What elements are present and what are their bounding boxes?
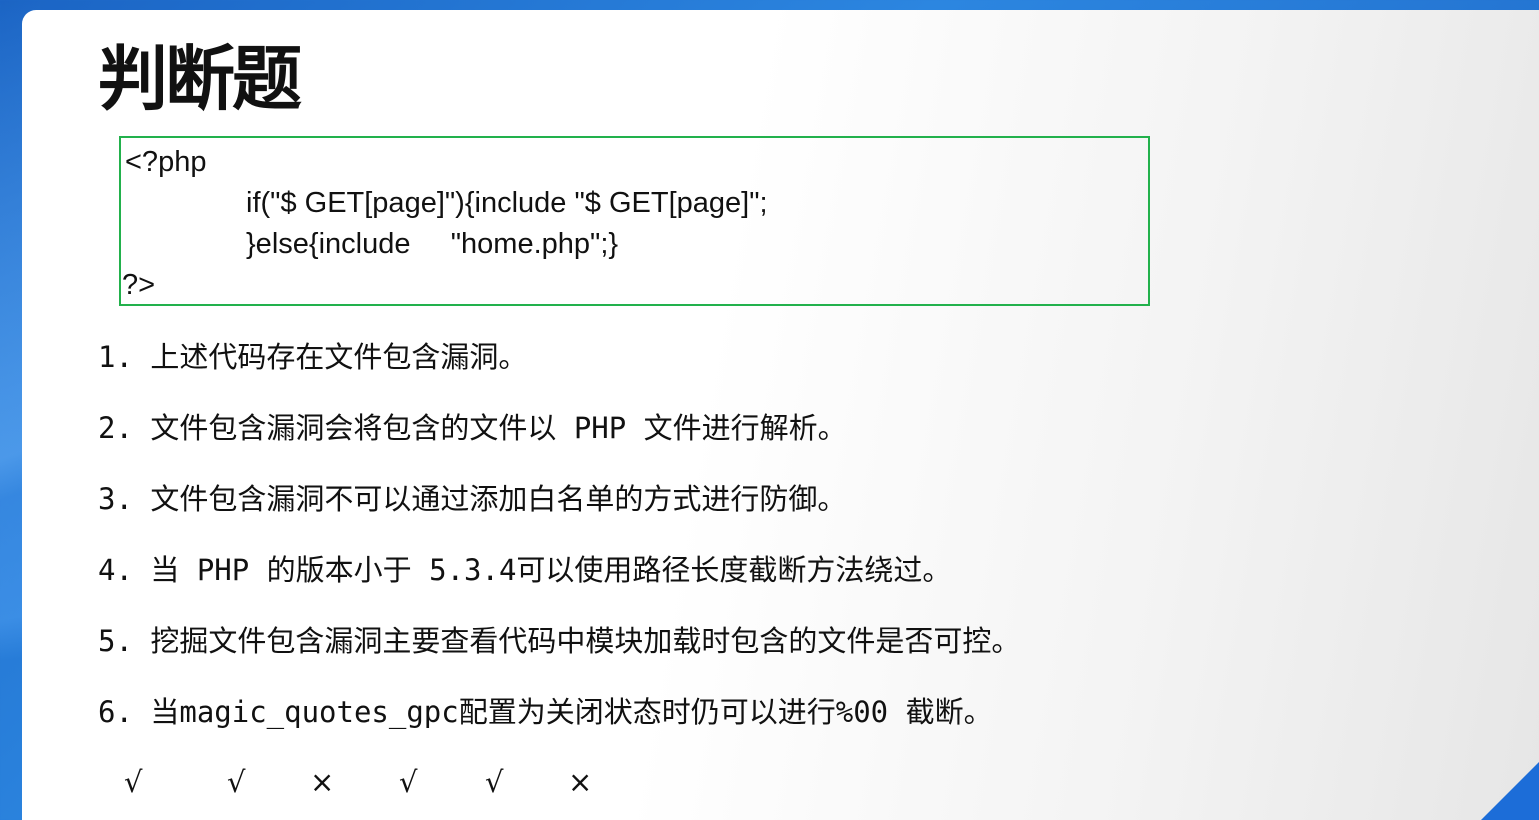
question-3: 3. 文件包含漏洞不可以通过添加白名单的方式进行防御。 bbox=[98, 482, 847, 516]
question-2: 2. 文件包含漏洞会将包含的文件以 PHP 文件进行解析。 bbox=[98, 411, 847, 445]
code-line-else: }else{include "home.php";} bbox=[246, 228, 619, 260]
answer-1-mark: √ bbox=[124, 765, 143, 799]
question-1: 1. 上述代码存在文件包含漏洞。 bbox=[98, 340, 528, 374]
php-code-box: <?php if("$ GET[page]"){include "$ GET[p… bbox=[119, 136, 1150, 306]
slide-title: 判断题 bbox=[98, 38, 302, 120]
question-6: 6. 当magic_quotes_gpc配置为关闭状态时仍可以进行%00 截断。 bbox=[98, 695, 993, 729]
code-line-if: if("$ GET[page]"){include "$ GET[page]"; bbox=[246, 187, 768, 219]
code-line-open-tag: <?php bbox=[125, 146, 207, 178]
question-5: 5. 挖掘文件包含漏洞主要查看代码中模块加载时包含的文件是否可控。 bbox=[98, 624, 1021, 658]
answer-5-mark: √ bbox=[485, 765, 504, 799]
answer-2-mark: √ bbox=[227, 765, 246, 799]
question-4: 4. 当 PHP 的版本小于 5.3.4可以使用路径长度截断方法绕过。 bbox=[98, 553, 952, 587]
answer-3-mark: × bbox=[310, 765, 335, 799]
presentation-slide: 判断题 <?php if("$ GET[page]"){include "$ G… bbox=[22, 10, 1539, 820]
slide-corner-accent bbox=[1471, 762, 1539, 820]
code-line-close-tag: ?> bbox=[122, 269, 156, 301]
answer-6-mark: × bbox=[568, 765, 593, 799]
answer-4-mark: √ bbox=[399, 765, 418, 799]
